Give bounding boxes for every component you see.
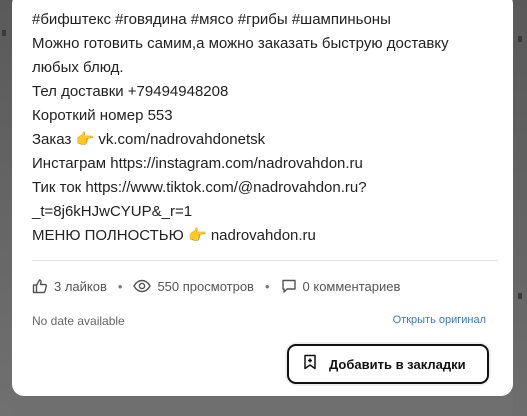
tiktok-line-continued[interactable]: _t=8j6kHJwCYUP&_r=1 (32, 200, 502, 224)
pointing-hand-icon: 👉 (187, 227, 207, 244)
post-line: любых блюд. (32, 59, 124, 76)
comments-stat[interactable]: 0 комментариев (281, 278, 401, 294)
background-page-left (0, 0, 12, 416)
separator-dot: • (264, 278, 270, 294)
background-mark (518, 293, 522, 299)
divider (32, 260, 498, 261)
likes-stat[interactable]: 3 лайков (32, 278, 107, 294)
post-text: #бифштекс #говядина #мясо #грибы #шампин… (32, 8, 502, 248)
menu-line: МЕНЮ ПОЛНОСТЬЮ 👉 nadrovahdon.ru (32, 224, 502, 248)
comments-count: 0 комментариев (302, 278, 401, 294)
separator-dot: • (117, 278, 123, 294)
comment-icon (281, 278, 297, 294)
background-mark (2, 30, 6, 36)
order-link[interactable]: vk.com/nadrovahdonetsk (98, 131, 265, 148)
tiktok-line[interactable]: Тик ток https://www.tiktok.com/@nadrovah… (32, 176, 502, 200)
add-bookmark-label: Добавить в закладки (329, 356, 466, 372)
open-original-link[interactable]: Открыть оригинал (393, 314, 486, 326)
post-stats: 3 лайков • 550 просмотров • 0 комментари… (32, 277, 400, 295)
menu-link[interactable]: nadrovahdon.ru (211, 227, 316, 244)
bookmark-add-icon (303, 354, 317, 375)
background-page-right (513, 0, 527, 416)
pointing-hand-icon: 👉 (75, 131, 95, 148)
eye-icon (133, 279, 152, 293)
post-date: No date available (32, 314, 125, 328)
menu-prefix: МЕНЮ ПОЛНОСТЬЮ (32, 227, 184, 244)
add-bookmark-button[interactable]: Добавить в закладки (287, 344, 489, 384)
order-prefix: Заказ (32, 131, 72, 148)
post-line: Короткий номер 553 (32, 107, 173, 124)
order-line: Заказ 👉 vk.com/nadrovahdonetsk (32, 128, 502, 152)
likes-count: 3 лайков (54, 278, 107, 294)
post-modal: #бифштекс #говядина #мясо #грибы #шампин… (12, 0, 513, 396)
views-count: 550 просмотров (157, 278, 254, 294)
background-page-text (0, 404, 527, 416)
thumbs-up-icon (32, 278, 48, 294)
background-mark (518, 36, 522, 42)
instagram-line[interactable]: Инстаграм https://instagram.com/nadrovah… (32, 152, 502, 176)
post-line: #бифштекс #говядина #мясо #грибы #шампин… (32, 11, 391, 28)
post-line: Тел доставки +79494948208 (32, 83, 229, 100)
views-stat: 550 просмотров (133, 279, 254, 294)
post-line: Можно готовить самим,а можно заказать бы… (32, 35, 449, 52)
